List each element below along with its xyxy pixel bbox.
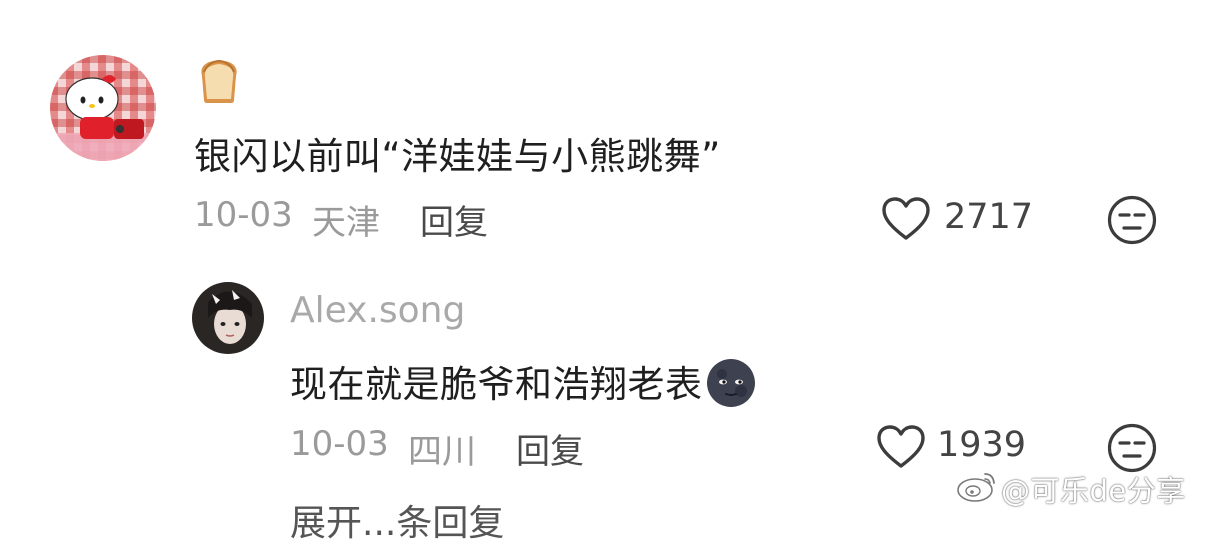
like-button[interactable]: 2717 [880, 194, 1034, 242]
heart-outline-icon [877, 425, 925, 468]
expand-replies-button[interactable]: 展开...条回复 [290, 494, 504, 546]
dislike-button[interactable] [1106, 422, 1158, 474]
comment-location: 天津 [312, 203, 380, 243]
like-count: 1939 [937, 425, 1027, 465]
like-count: 2717 [944, 197, 1034, 237]
weibo-icon [957, 473, 995, 502]
avatar[interactable] [192, 282, 264, 354]
reply-text-content: 现在就是脆爷和浩翔老表 [290, 363, 703, 406]
username[interactable]: Alex.song [290, 290, 465, 331]
like-button[interactable]: 1939 [875, 422, 1030, 470]
new-moon-face-icon [705, 357, 757, 409]
reply-button[interactable]: 回复 [516, 424, 584, 473]
reply-button[interactable]: 回复 [420, 195, 488, 244]
reply-text: 现在就是脆爷和浩翔老表 [290, 354, 757, 409]
unamused-face-icon [1107, 195, 1157, 245]
avatar[interactable] [50, 55, 156, 161]
heart-outline-icon [882, 197, 930, 240]
comment-date: 10-03 [194, 195, 293, 235]
bread-icon [196, 56, 242, 104]
watermark-text: @可乐de分享 [1001, 474, 1186, 508]
girl-avatar-image [192, 282, 264, 354]
reply-location: 四川 [408, 432, 476, 472]
reply-date: 10-03 [290, 424, 389, 464]
dislike-button[interactable] [1106, 194, 1158, 246]
unamused-face-icon [1107, 423, 1157, 473]
comment-text: 银闪以前叫“洋娃娃与小熊跳舞” [194, 135, 721, 178]
hello-kitty-avatar-image [50, 55, 156, 161]
